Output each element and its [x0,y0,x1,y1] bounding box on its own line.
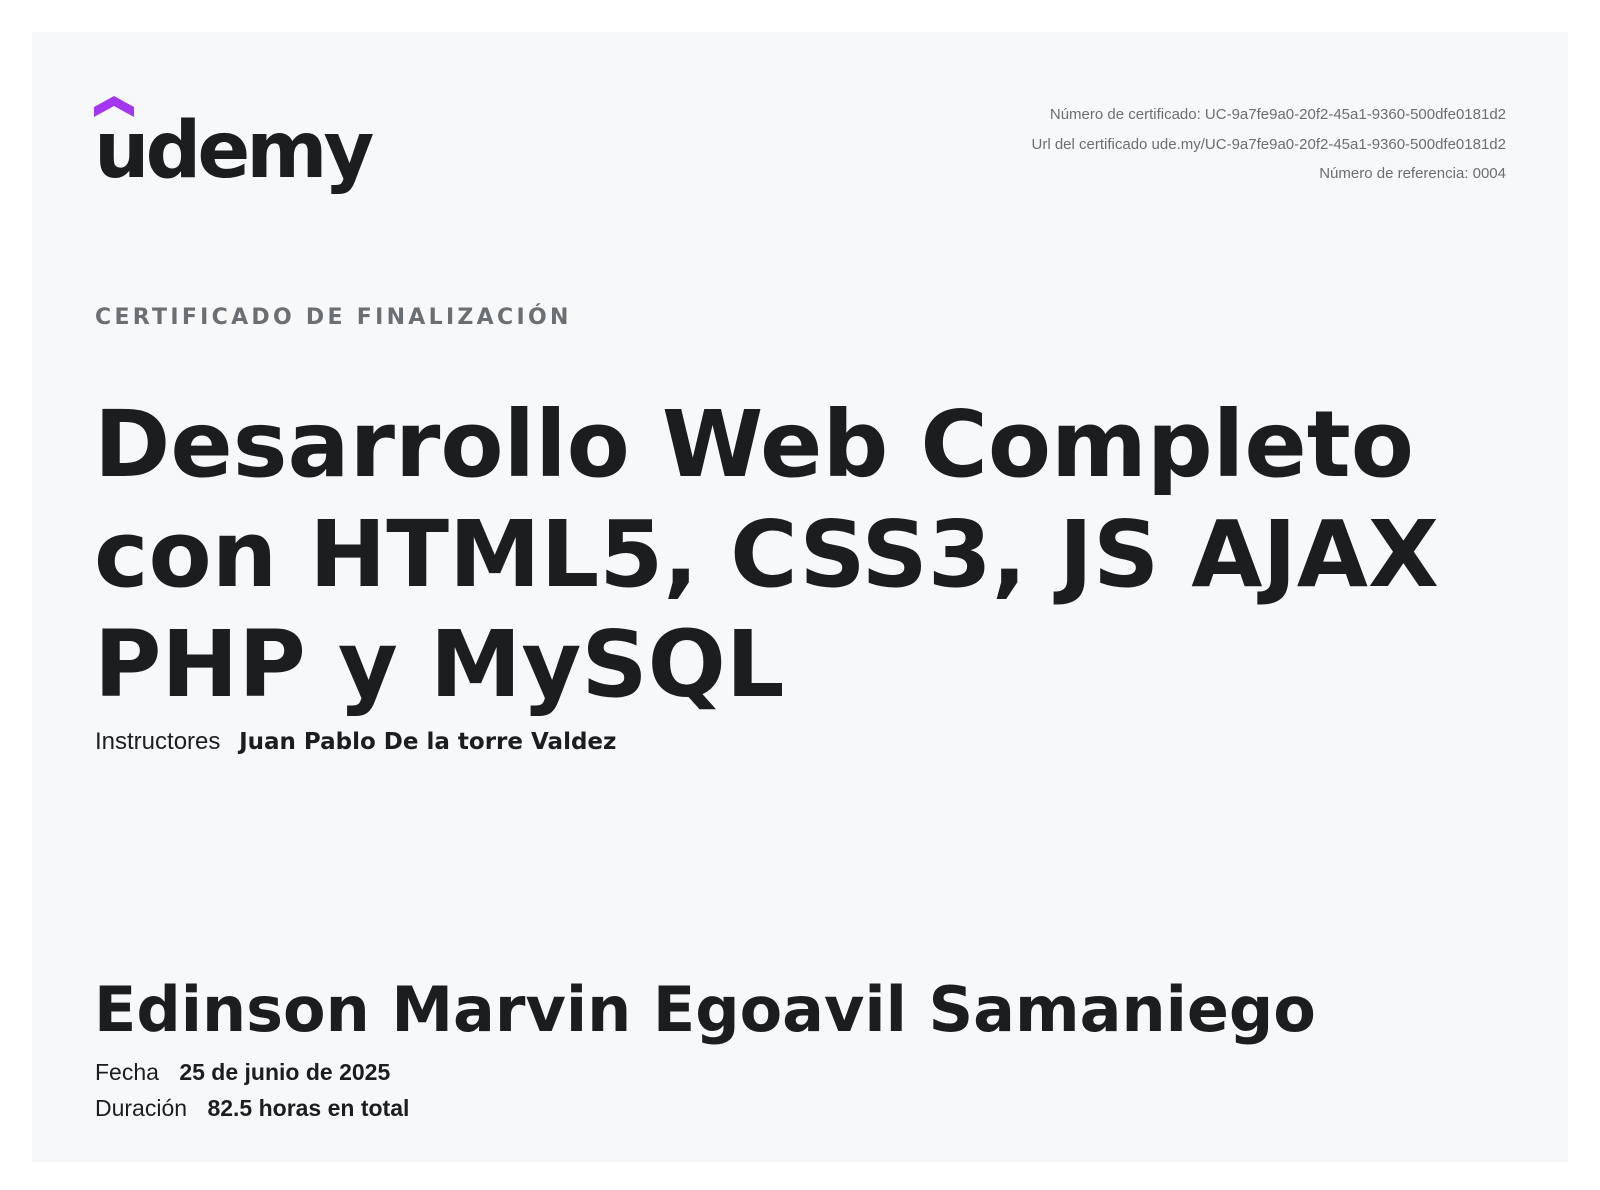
date-value: 25 de junio de 2025 [179,1059,391,1085]
date-line: Fecha 25 de junio de 2025 [95,1059,390,1086]
page: udemy Número de certificado: UC-9a7fe9a0… [0,0,1600,1190]
certificate-meta: Número de certificado: UC-9a7fe9a0-20f2-… [1032,100,1506,189]
instructors-line: Instructores Juan Pablo De la torre Vald… [95,728,616,756]
certificate-number: Número de certificado: UC-9a7fe9a0-20f2-… [1049,106,1506,123]
certificate-url: Url del certificado ude.my/UC-9a7fe9a0-2… [1031,135,1506,153]
udemy-logo: udemy [94,94,374,194]
duration-line: Duración 82.5 horas en total [95,1095,409,1122]
certificate-eyebrow: CERTIFICADO DE FINALIZACIÓN [95,305,572,330]
certificate-card: udemy Número de certificado: UC-9a7fe9a0… [32,32,1568,1162]
instructors-value: Juan Pablo De la torre Valdez [239,729,617,755]
duration-value: 82.5 horas en total [207,1095,410,1121]
reference-number: Número de referencia: 0004 [1319,165,1506,182]
student-name: Edinson Marvin Egoavil Samaniego [94,973,1316,1046]
instructors-label: Instructores [95,728,221,755]
course-title: Desarrollo Web Completo con HTML5, CSS3,… [94,391,1439,718]
udemy-logo-text: udemy [94,106,374,196]
duration-label: Duración [95,1095,188,1121]
date-label: Fecha [95,1059,159,1085]
